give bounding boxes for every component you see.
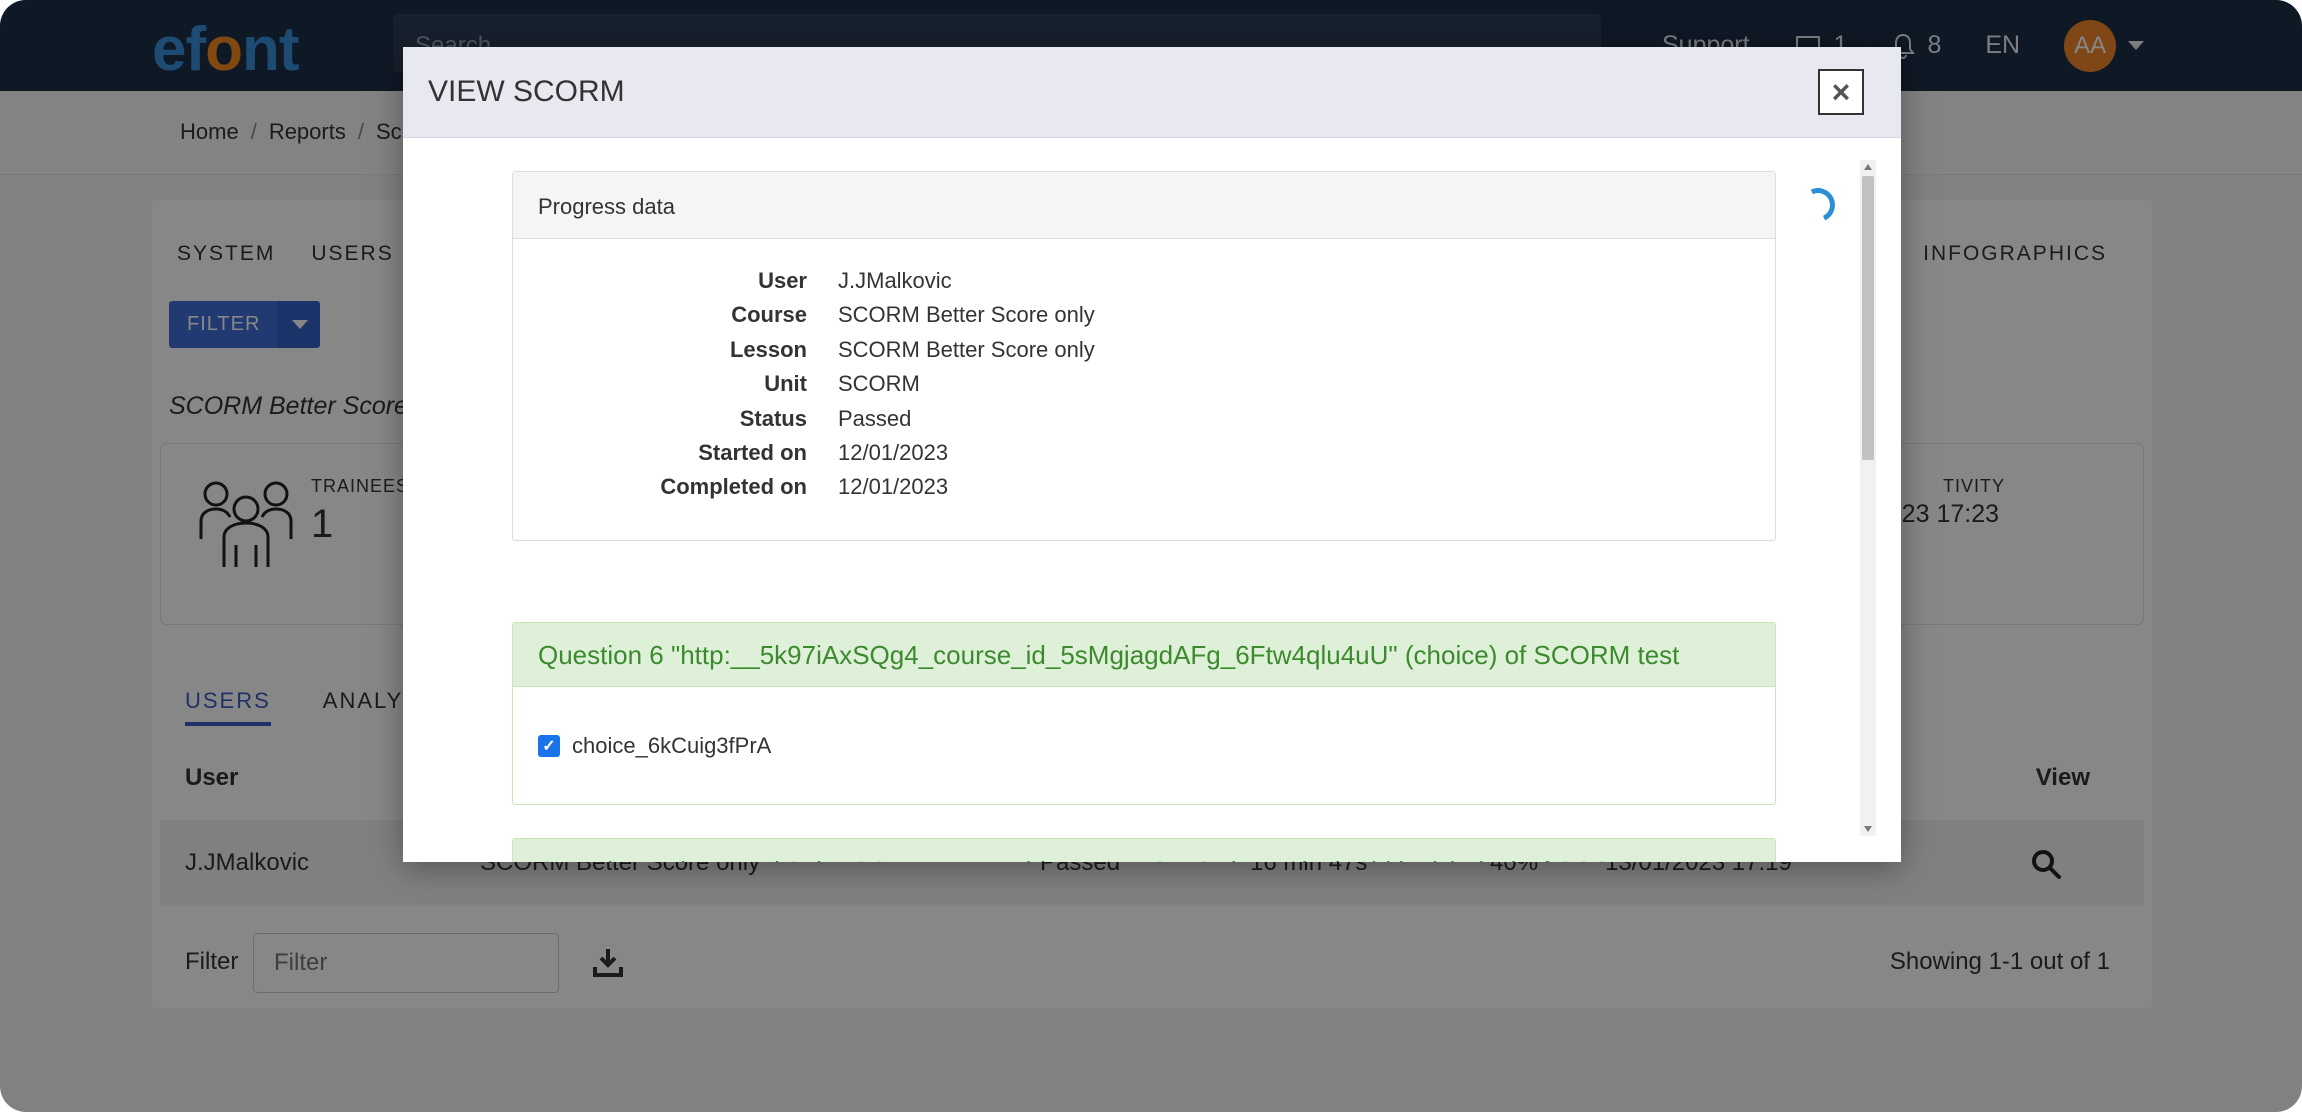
checkbox-checked[interactable]: ✓ bbox=[538, 735, 560, 757]
modal-body: Progress data User J.JMalkovic Course SC… bbox=[403, 138, 1901, 862]
field-label: Completed on bbox=[660, 474, 807, 499]
close-button[interactable]: × bbox=[1818, 69, 1864, 115]
question-panel: Question 7 "http:__5k97iAxSQg4_course_id… bbox=[512, 838, 1776, 862]
modal-scrollbar[interactable] bbox=[1860, 160, 1876, 836]
choice-item: ✓ choice_6kCuig3fPrA bbox=[538, 733, 771, 759]
progress-data-header: Progress data bbox=[513, 172, 1775, 239]
field-label: Unit bbox=[764, 371, 807, 396]
scroll-down-icon[interactable] bbox=[1864, 826, 1872, 832]
app-window: efont Search Support 1 8 EN AA Home / Re… bbox=[0, 0, 2302, 1112]
question-panel: Question 6 "http:__5k97iAxSQg4_course_id… bbox=[512, 622, 1776, 805]
field-value: Passed bbox=[838, 406, 912, 431]
field-value: 12/01/2023 bbox=[838, 474, 949, 499]
scrollbar-thumb[interactable] bbox=[1862, 176, 1874, 460]
question-title: Question 7 "http:__5k97iAxSQg4_course_id… bbox=[513, 839, 1775, 862]
field-value: SCORM Better Score only bbox=[838, 302, 1095, 327]
field-value: 12/01/2023 bbox=[838, 440, 949, 465]
close-icon: × bbox=[1831, 73, 1851, 110]
field-value: J.JMalkovic bbox=[838, 268, 952, 293]
field-label: Status bbox=[739, 406, 807, 431]
scroll-up-icon[interactable] bbox=[1864, 164, 1872, 170]
modal-title: VIEW SCORM bbox=[428, 75, 625, 108]
field-label: Started on bbox=[698, 440, 807, 465]
field-label: Lesson bbox=[729, 337, 807, 362]
progress-data-panel: Progress data User J.JMalkovic Course SC… bbox=[512, 171, 1776, 541]
field-value: SCORM bbox=[838, 371, 920, 396]
field-value: SCORM Better Score only bbox=[838, 337, 1095, 362]
field-label: Course bbox=[731, 302, 807, 327]
choice-label: choice_6kCuig3fPrA bbox=[572, 733, 772, 758]
question-title: Question 6 "http:__5k97iAxSQg4_course_id… bbox=[513, 623, 1775, 687]
modal-header: VIEW SCORM × bbox=[403, 47, 1901, 138]
view-scorm-modal: VIEW SCORM × Progress data User J.JMalko… bbox=[403, 47, 1901, 862]
loading-spinner-icon bbox=[1796, 183, 1840, 227]
field-label: User bbox=[758, 268, 807, 293]
